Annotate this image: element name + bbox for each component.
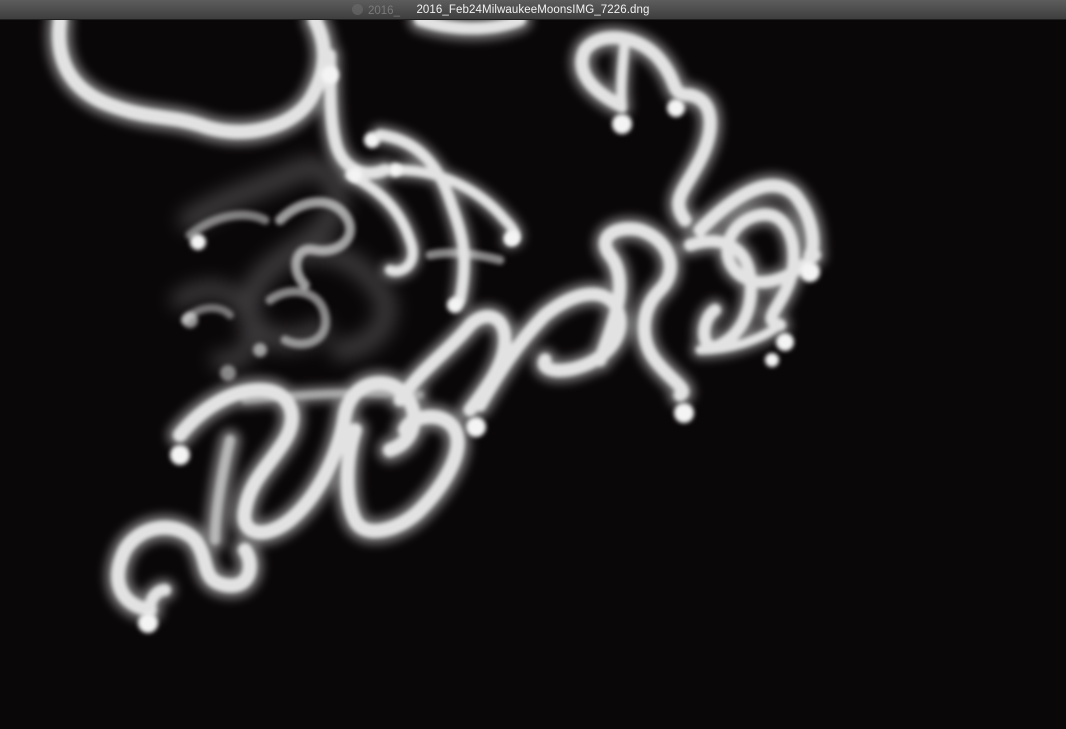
image-viewer-window: 2016_ 2016_Feb24MilwaukeeMoonsIMG_7226.d… [0,0,1066,729]
window-titlebar[interactable]: 2016_ 2016_Feb24MilwaukeeMoonsIMG_7226.d… [0,0,1066,20]
faint-trail-cluster [171,157,397,372]
light-trails-image [46,20,826,633]
photo-canvas [0,20,1066,729]
window-title: 2016_Feb24MilwaukeeMoonsIMG_7226.dng [416,4,650,16]
